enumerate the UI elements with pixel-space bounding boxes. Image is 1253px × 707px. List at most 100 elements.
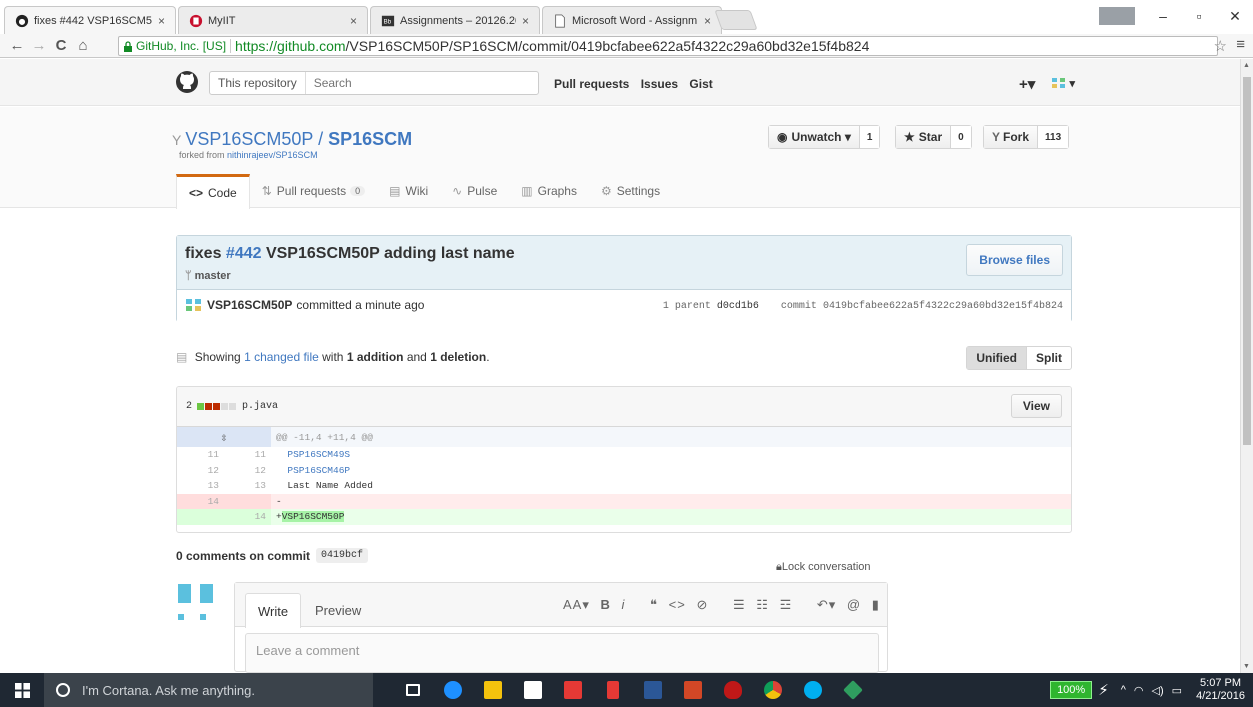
tab-wiki[interactable]: ▤ Wiki — [377, 174, 440, 208]
minimize-button[interactable]: – — [1145, 8, 1181, 24]
code-icon[interactable]: <> — [669, 597, 686, 612]
header-nav-pull-requests[interactable]: Pull requests — [554, 77, 629, 91]
tab-close-icon[interactable]: × — [350, 14, 357, 28]
file-name[interactable]: p.java — [242, 401, 278, 412]
tab-close-icon[interactable]: × — [158, 14, 165, 28]
word-icon[interactable] — [633, 673, 673, 707]
tab-pull-requests[interactable]: ⇅ Pull requests 0 — [250, 174, 377, 208]
tab-pulse[interactable]: ∿ Pulse — [440, 174, 509, 208]
bookmark-app-icon[interactable] — [593, 673, 633, 707]
file-explorer-icon[interactable] — [473, 673, 513, 707]
url-host: https://github.com — [235, 38, 346, 54]
scroll-up-icon[interactable]: ▲ — [1243, 62, 1250, 69]
tab-graphs[interactable]: ▥ Graphs — [509, 174, 589, 208]
fork-button[interactable]: Y Fork — [984, 126, 1038, 148]
star-button[interactable]: ★ Star — [896, 126, 951, 148]
bookmark-icon[interactable]: ▮ — [872, 597, 880, 612]
lock-conversation-button[interactable]: 🔒︎Lock conversation — [776, 561, 871, 574]
stargazers-count[interactable]: 0 — [950, 126, 971, 148]
comment-textarea[interactable]: Leave a comment — [245, 633, 879, 673]
action-center-icon[interactable]: ▭ — [1172, 684, 1182, 697]
parent-sha-link[interactable]: d0cd1b6 — [717, 301, 759, 312]
git-icon[interactable] — [833, 673, 873, 707]
close-window-button[interactable]: ✕ — [1217, 8, 1253, 25]
bulleted-list-icon[interactable]: ☰ — [733, 597, 746, 612]
header-text-icon[interactable]: AA▾ — [563, 597, 590, 612]
github-logo-icon[interactable] — [175, 70, 199, 94]
scroll-thumb[interactable] — [1243, 77, 1251, 445]
browse-files-button[interactable]: Browse files — [966, 244, 1063, 276]
link-icon[interactable]: ⊘ — [696, 597, 708, 612]
forks-count[interactable]: 113 — [1037, 126, 1069, 148]
header-nav-gist[interactable]: Gist — [689, 77, 712, 91]
gear-icon: ⚙ — [600, 184, 612, 198]
watchers-count[interactable]: 1 — [858, 126, 880, 148]
user-avatar[interactable] — [176, 580, 220, 624]
start-button[interactable] — [0, 673, 44, 707]
mail-app-icon[interactable] — [553, 673, 593, 707]
address-bar[interactable]: GitHub, Inc. [US] https://github.com/VSP… — [118, 36, 1218, 56]
maximize-button[interactable]: ▫ — [1181, 8, 1217, 24]
tab-code[interactable]: <> Code — [176, 174, 250, 209]
reload-button[interactable]: C — [50, 37, 72, 54]
browser-tab-assignments[interactable]: Bb Assignments – 20126.201 × — [370, 6, 540, 34]
system-clock[interactable]: 5:07 PM 4/21/2016 — [1196, 677, 1245, 703]
edge-icon[interactable] — [433, 673, 473, 707]
chrome-menu-icon[interactable]: ≡ — [1236, 36, 1245, 53]
store-icon[interactable] — [513, 673, 553, 707]
author-link[interactable]: VSP16SCM50P — [207, 298, 292, 312]
browser-tab-word[interactable]: Microsoft Word - Assignm × — [542, 6, 722, 34]
task-view-icon[interactable] — [393, 673, 433, 707]
unwatch-button[interactable]: ◉ Unwatch ▾ — [769, 126, 859, 148]
tab-close-icon[interactable]: × — [704, 14, 711, 28]
wifi-icon[interactable]: ◠ — [1134, 684, 1144, 697]
create-new-dropdown[interactable]: +▾ — [1019, 76, 1035, 93]
secure-badge[interactable]: GitHub, Inc. [US] — [119, 39, 232, 53]
forward-button[interactable]: → — [28, 37, 50, 54]
scroll-down-icon[interactable]: ▼ — [1243, 663, 1250, 670]
changed-files-link[interactable]: 1 changed file — [244, 350, 319, 364]
powerpoint-icon[interactable] — [673, 673, 713, 707]
tab-close-icon[interactable]: × — [522, 14, 529, 28]
bold-icon[interactable]: B — [601, 597, 611, 612]
page-scrollbar[interactable]: ▲ ▼ — [1240, 59, 1253, 673]
diff-line: 11 11 PSP16SCM49S — [207, 449, 351, 461]
home-button[interactable]: ⌂ — [72, 37, 94, 54]
power-plug-icon[interactable]: ⚡︎ — [1098, 681, 1109, 699]
skype-icon[interactable] — [793, 673, 833, 707]
battery-indicator[interactable]: 100% — [1050, 681, 1093, 699]
tab-settings[interactable]: ⚙ Settings — [589, 174, 672, 208]
repo-owner-link[interactable]: VSP16SCM50P — [185, 129, 313, 149]
show-hidden-icons-icon[interactable]: ^ — [1121, 684, 1126, 696]
header-nav-issues[interactable]: Issues — [641, 77, 678, 91]
new-tab-button[interactable] — [714, 10, 758, 30]
task-list-icon[interactable]: ☲ — [780, 597, 793, 612]
reply-icon[interactable]: ↶▾ — [817, 597, 836, 612]
cortana-search-box[interactable]: I'm Cortana. Ask me anything. — [44, 673, 373, 707]
branch-link[interactable]: master — [195, 270, 231, 282]
user-menu-dropdown[interactable]: ▾ — [1051, 77, 1075, 90]
unified-button[interactable]: Unified — [967, 347, 1027, 369]
back-button[interactable]: ← — [6, 37, 28, 54]
view-file-button[interactable]: View — [1010, 394, 1062, 418]
chrome-user-icon[interactable] — [1099, 7, 1135, 25]
write-tab[interactable]: Write — [245, 593, 302, 628]
issue-link[interactable]: #442 — [226, 245, 262, 262]
mcafee-icon[interactable] — [713, 673, 753, 707]
browser-tab-myiit[interactable]: MyIIT × — [178, 6, 368, 34]
volume-icon[interactable]: ◁) — [1152, 684, 1164, 697]
preview-tab[interactable]: Preview — [303, 593, 373, 628]
chrome-icon[interactable] — [753, 673, 793, 707]
search-input[interactable] — [305, 76, 506, 90]
repo-name-link[interactable]: SP16SCM — [328, 129, 412, 149]
italic-icon[interactable]: i — [622, 597, 626, 612]
browser-tab-github[interactable]: fixes #442 VSP16SCM50P × — [4, 6, 176, 34]
mention-icon[interactable]: @ — [847, 597, 861, 612]
forked-from-link[interactable]: nithinrajeev/SP16SCM — [227, 150, 318, 160]
expand-icon[interactable]: ⇳ — [177, 427, 271, 447]
numbered-list-icon[interactable]: ☷ — [756, 597, 769, 612]
bookmark-star-icon[interactable]: ☆ — [1214, 37, 1227, 55]
author-avatar[interactable] — [185, 298, 203, 312]
split-button[interactable]: Split — [1027, 347, 1071, 369]
quote-icon[interactable]: ❝ — [650, 597, 658, 612]
